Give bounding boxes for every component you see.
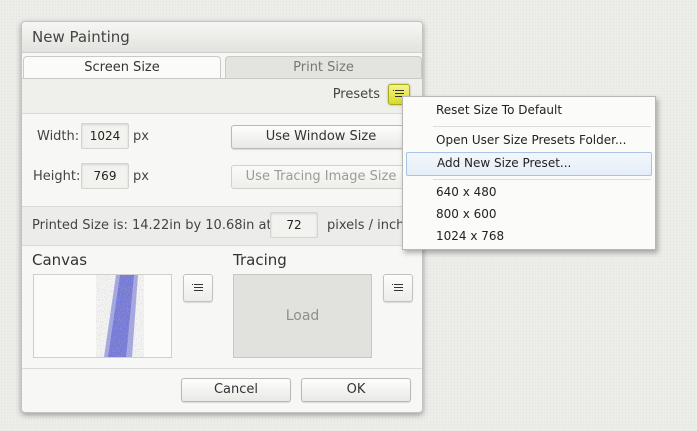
- use-tracing-image-size-button[interactable]: Use Tracing Image Size: [231, 165, 411, 189]
- tracing-load-area[interactable]: Load: [233, 274, 372, 358]
- height-label: Height:: [33, 169, 81, 184]
- dpi-unit-label: pixels / inch.: [327, 218, 409, 233]
- printed-size-text: Printed Size is: 14.22in by 10.68in at:: [32, 218, 276, 233]
- width-input[interactable]: 1024: [81, 123, 129, 149]
- new-painting-dialog: New Painting Screen Size Print Size Pres…: [21, 21, 423, 413]
- ok-button[interactable]: OK: [301, 378, 411, 402]
- printed-size-bar: Printed Size is: 14.22in by 10.68in at: …: [22, 206, 422, 246]
- tab-bar: Screen Size Print Size: [22, 56, 422, 79]
- height-unit: px: [133, 169, 149, 184]
- menu-item-preset-1024x768[interactable]: 1024 x 768: [406, 225, 652, 247]
- menu-separator: [433, 126, 651, 127]
- height-input[interactable]: 769: [81, 163, 129, 189]
- dialog-title: New Painting: [32, 28, 130, 46]
- menu-item-preset-800x600[interactable]: 800 x 600: [406, 203, 652, 225]
- width-unit: px: [133, 129, 149, 144]
- canvas-stroke-image: [100, 275, 140, 357]
- tab-print-size[interactable]: Print Size: [225, 56, 422, 78]
- canvas-options-button[interactable]: [183, 274, 213, 302]
- cancel-button[interactable]: Cancel: [181, 378, 291, 402]
- tracing-options-button[interactable]: [383, 274, 413, 302]
- menu-separator: [433, 179, 651, 180]
- menu-item-open-presets-folder[interactable]: Open User Size Presets Folder...: [406, 129, 652, 151]
- title-bar[interactable]: New Painting: [22, 22, 422, 53]
- list-menu-icon: [192, 284, 203, 293]
- tracing-section-label: Tracing: [233, 251, 287, 269]
- tab-screen-size[interactable]: Screen Size: [23, 56, 221, 79]
- canvas-preview[interactable]: [33, 274, 172, 358]
- menu-item-reset-size[interactable]: Reset Size To Default: [406, 99, 652, 121]
- use-window-size-button[interactable]: Use Window Size: [231, 125, 411, 149]
- presets-bar: Presets: [22, 79, 422, 114]
- width-label: Width:: [37, 129, 80, 144]
- dpi-input[interactable]: 72: [270, 212, 318, 238]
- presets-label: Presets: [332, 87, 380, 102]
- presets-dropdown-menu: Reset Size To Default Open User Size Pre…: [402, 96, 656, 250]
- menu-item-add-new-preset[interactable]: Add New Size Preset...: [406, 152, 652, 176]
- menu-item-preset-640x480[interactable]: 640 x 480: [406, 181, 652, 203]
- canvas-section-label: Canvas: [32, 251, 88, 269]
- footer-divider: [22, 368, 422, 369]
- list-menu-icon: [392, 284, 403, 293]
